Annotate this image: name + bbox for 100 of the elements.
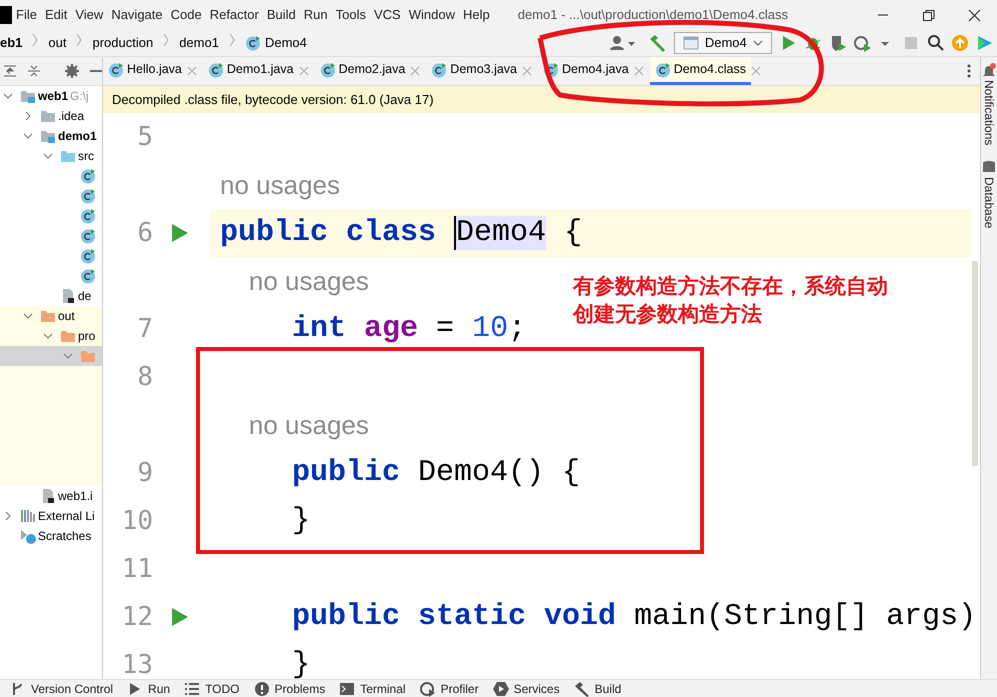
- class-icon: [108, 62, 124, 78]
- tool-window-button[interactable]: Terminal: [339, 680, 406, 697]
- run-gutter-icon[interactable]: [171, 223, 189, 243]
- app-logo-icon: [0, 6, 12, 24]
- menu-item[interactable]: Navigate: [107, 5, 167, 25]
- class-icon: [80, 208, 96, 224]
- breadcrumb-item[interactable]: Demo4: [264, 33, 307, 53]
- editor-tab[interactable]: Demo2.java: [314, 57, 410, 85]
- code-line: }: [291, 502, 310, 540]
- tree-item[interactable]: pro: [78, 327, 96, 345]
- user-icon[interactable]: [610, 35, 636, 51]
- module-file-icon: [60, 288, 76, 304]
- tree-item[interactable]: de: [78, 287, 92, 305]
- problems-icon: [254, 680, 270, 696]
- tool-window-button[interactable]: Run: [127, 680, 170, 697]
- class-icon: [543, 62, 559, 78]
- class-icon: [80, 268, 96, 284]
- tool-window-button[interactable]: Services: [492, 680, 560, 697]
- database-icon: [982, 160, 996, 174]
- chevron-icon: [163, 33, 170, 48]
- class-icon: [80, 228, 96, 244]
- menu-item[interactable]: Run: [300, 5, 332, 25]
- module-file-icon: [40, 488, 56, 504]
- hammer-icon[interactable]: [648, 34, 666, 52]
- caret-icon: [752, 40, 763, 46]
- tool-window-button[interactable]: Notifications: [980, 80, 997, 146]
- menu-item[interactable]: Refactor: [206, 5, 263, 25]
- toolbox-icon[interactable]: [976, 34, 994, 52]
- menu-item[interactable]: Edit: [40, 5, 72, 25]
- line-number: 8: [136, 360, 153, 394]
- source-folder-icon: [60, 148, 76, 164]
- line-number: 6: [136, 216, 153, 250]
- tree-item[interactable]: demo1: [58, 127, 97, 145]
- run-gutter-icon[interactable]: [171, 607, 189, 627]
- tree-item[interactable]: out: [58, 307, 75, 325]
- annotation-text: 有参数构造方法不存在，系统自动 创建无参数构造方法: [573, 273, 888, 328]
- breadcrumb-item[interactable]: production: [92, 33, 154, 53]
- code-line: }: [291, 646, 310, 679]
- code-line: int age = 10;: [291, 310, 526, 348]
- expand-all-icon[interactable]: [2, 63, 18, 79]
- line-number: 5: [136, 120, 153, 154]
- tool-window-button[interactable]: Profiler: [420, 680, 479, 697]
- library-icon: [20, 508, 36, 524]
- breadcrumb-item[interactable]: demo1: [179, 33, 219, 53]
- line-number: 13: [120, 648, 153, 679]
- excluded-folder-icon: [40, 308, 56, 324]
- tree-item[interactable]: External Li: [38, 507, 95, 525]
- code-line: public Demo4() {: [291, 454, 580, 492]
- editor-tab[interactable]: Hello.java: [103, 57, 187, 85]
- tree-item[interactable]: web1.i: [58, 487, 93, 505]
- class-icon: [654, 62, 671, 78]
- menu-item[interactable]: Help: [458, 5, 494, 25]
- scratches-icon: [20, 528, 36, 544]
- editor-tab[interactable]: Demo1.java: [202, 57, 299, 85]
- tree-item[interactable]: src: [78, 147, 94, 165]
- tool-window-button[interactable]: Problems: [254, 680, 326, 697]
- bell-icon: [982, 63, 996, 77]
- chevron-icon: [32, 33, 38, 48]
- more-icon[interactable]: [966, 63, 972, 79]
- run-configuration-dropdown[interactable]: Demo4: [674, 32, 772, 54]
- tool-window-button[interactable]: Database: [980, 176, 997, 228]
- menu-item[interactable]: Tools: [332, 5, 370, 25]
- search-icon[interactable]: [926, 34, 945, 52]
- menu-item[interactable]: Window: [404, 5, 459, 25]
- window-icon: [682, 36, 699, 50]
- line-number: 7: [136, 312, 153, 346]
- gear-icon[interactable]: [64, 63, 80, 79]
- editor-tab[interactable]: Demo4.java: [538, 57, 634, 85]
- editor-tab[interactable]: Demo3.java: [426, 57, 522, 85]
- scrollbar-thumb[interactable]: [972, 261, 978, 466]
- tool-window-button[interactable]: Build: [574, 680, 622, 697]
- editor-tab[interactable]: Demo4.class: [650, 57, 751, 85]
- menu-item[interactable]: Build: [262, 5, 300, 25]
- class-icon: [80, 248, 96, 264]
- gauge-icon[interactable]: [853, 34, 872, 52]
- breadcrumb-item[interactable]: eb1: [0, 33, 22, 53]
- module-folder-icon: [40, 128, 56, 144]
- collapse-all-icon[interactable]: [26, 63, 42, 79]
- usage-hint: no usages: [248, 408, 369, 442]
- tool-window-button[interactable]: Version Control: [10, 680, 114, 697]
- tool-window-button[interactable]: TODO: [184, 680, 240, 697]
- chevron-icon: [228, 33, 235, 48]
- menu-item[interactable]: File: [12, 5, 41, 25]
- menu-item[interactable]: Code: [166, 5, 206, 25]
- hammer-icon: [574, 680, 590, 696]
- menu-item[interactable]: VCS: [370, 5, 405, 25]
- close-icon[interactable]: [966, 6, 982, 24]
- usage-hint: no usages: [248, 264, 369, 298]
- line-number: 10: [120, 504, 153, 538]
- tree-item[interactable]: .idea: [58, 107, 84, 125]
- excluded-folder-icon: [60, 328, 76, 344]
- module-folder-icon: [20, 88, 36, 104]
- menu-item[interactable]: View: [71, 5, 108, 25]
- terminal-icon: [339, 680, 356, 696]
- breadcrumb-item[interactable]: out: [48, 33, 66, 53]
- tree-item[interactable]: web1: [38, 87, 68, 105]
- folder-icon: [40, 108, 56, 124]
- line-number: 9: [136, 456, 153, 490]
- tree-item[interactable]: Scratches: [38, 527, 92, 545]
- code-line: public static void main(String[] args): [291, 598, 972, 636]
